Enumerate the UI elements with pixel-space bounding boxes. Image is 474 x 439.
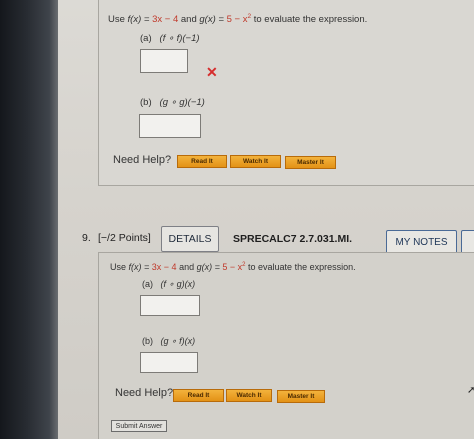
submit-answer-button[interactable]: Submit Answer (111, 420, 167, 432)
q8-part-a-answer-input[interactable] (140, 49, 188, 73)
screen-bezel (0, 0, 58, 439)
q9-number: 9. (82, 232, 91, 244)
incorrect-x-icon: ✕ (206, 64, 218, 80)
q8-watch-it-button[interactable]: Watch It (230, 155, 281, 168)
q8-part-a-label: (a) (f ∘ f)(−1) (140, 33, 200, 44)
details-button[interactable]: DETAILS (161, 226, 219, 252)
q9-points: [−/2 Points] (98, 232, 151, 244)
q8-need-help-label: Need Help? (113, 154, 172, 166)
q9-need-help-label: Need Help? (115, 387, 174, 399)
q8-part-b-label: (b) (g ∘ g)(−1) (140, 97, 205, 108)
mouse-cursor-icon: ➚ (467, 385, 474, 396)
q9-part-b-label: (b) (g ∘ f)(x) (142, 336, 196, 346)
q8-read-it-button[interactable]: Read It (177, 155, 227, 168)
q9-part-a-label: (a) (f ∘ g)(x) (142, 279, 196, 289)
q9-prompt: Use f(x) = 3x − 4 and g(x) = 5 − x2 to e… (110, 262, 356, 272)
q9-watch-it-button[interactable]: Watch It (226, 389, 272, 402)
q8-part-b-answer-input[interactable] (139, 114, 201, 138)
q9-part-b-answer-input[interactable] (140, 352, 198, 373)
q9-read-it-button[interactable]: Read It (173, 389, 224, 402)
q9-part-a-answer-input[interactable] (140, 295, 200, 316)
q9-source-id: SPRECALC7 2.7.031.MI. (233, 233, 353, 245)
q9-master-it-button[interactable]: Master It (277, 390, 325, 403)
q8-prompt: Use f(x) = 3x − 4 and g(x) = 5 − x2 to e… (108, 13, 368, 26)
q8-master-it-button[interactable]: Master It (285, 156, 336, 169)
